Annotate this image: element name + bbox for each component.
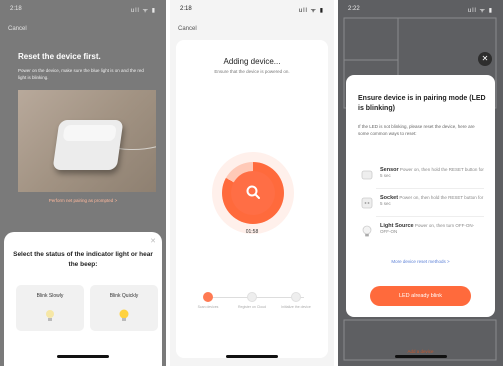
- indicator-status-sheet: ✕ Select the status of the indicator lig…: [4, 232, 162, 366]
- step-active-dot: [203, 292, 213, 302]
- cancel-button[interactable]: Cancel: [8, 26, 27, 32]
- pairing-mode-dialog: Ensure device is in pairing mode (LED is…: [346, 75, 495, 317]
- page-title: Reset the device first.: [18, 52, 101, 61]
- status-bar: 2:18 ull ᯤ ▮: [0, 6, 166, 16]
- step-label: Initialize the device: [281, 305, 311, 309]
- step-dot: [291, 292, 301, 302]
- adding-device-card: Adding device... Ensure that the device …: [176, 40, 328, 358]
- pairing-mode-screen: 2:22 ull ᯤ ▮ ✕ Ensure device is in pairi…: [338, 0, 503, 366]
- more-reset-methods-link[interactable]: More device reset methods >: [346, 259, 495, 264]
- status-time: 2:18: [180, 6, 192, 12]
- search-icon: [246, 185, 260, 199]
- add-device-link[interactable]: Add a device: [338, 349, 503, 354]
- status-bar: 2:18 ull ᯤ ▮: [170, 6, 334, 16]
- step-initialize-device: Initialize the device: [276, 292, 316, 310]
- home-indicator: [226, 355, 278, 358]
- adding-device-screen: 2:18 ull ᯤ ▮ Cancel Adding device... Ens…: [170, 0, 334, 366]
- step-scan-devices: Scan devices: [188, 292, 228, 310]
- home-indicator: [57, 355, 109, 358]
- close-icon[interactable]: ✕: [150, 237, 156, 245]
- socket-icon: [361, 197, 373, 209]
- status-icons: ull ᯤ ▮: [467, 8, 493, 14]
- step-label: Scan devices: [197, 305, 219, 309]
- status-time: 2:18: [10, 6, 22, 12]
- sensor-icon: [361, 170, 373, 180]
- progress-center: [231, 171, 275, 215]
- bulb-lit-icon: [119, 309, 129, 321]
- blink-quickly-option[interactable]: Blink Quickly: [90, 285, 158, 331]
- divider: [376, 216, 484, 217]
- cancel-button[interactable]: Cancel: [178, 26, 197, 32]
- status-icons: ull ᯤ ▮: [130, 8, 156, 14]
- dialog-title: Ensure device is in pairing mode (LED is…: [358, 95, 486, 112]
- sheet-title: Select the status of the indicator light…: [13, 251, 153, 268]
- close-icon[interactable]: ✕: [478, 52, 492, 66]
- step-register-cloud: Register on Cloud: [232, 292, 272, 310]
- dialog-description: If the LED is not blinking, please reset…: [358, 124, 475, 136]
- step-dot: [247, 292, 257, 302]
- option-label: Blink Slowly: [36, 293, 64, 299]
- bulb-dim-icon: [46, 310, 54, 321]
- reset-device-screen: 2:18 ull ᯤ ▮ Cancel Reset the device fir…: [0, 0, 166, 366]
- led-already-blink-button[interactable]: LED already blink: [370, 286, 471, 306]
- status-bar: 2:22 ull ᯤ ▮: [338, 6, 503, 16]
- countdown-timer: 01:58: [245, 229, 259, 235]
- reset-method-sensor: Sensor Power on, then hold the RESET but…: [358, 165, 486, 189]
- status-icons: ull ᯤ ▮: [298, 8, 324, 14]
- home-indicator: [394, 355, 447, 358]
- option-label: Blink Quickly: [109, 293, 139, 299]
- hub-device-graphic: [52, 120, 124, 170]
- step-label: Register on Cloud: [237, 305, 266, 309]
- device-photo: [18, 90, 156, 192]
- reset-instructions: Power on the device, make sure the blue …: [18, 68, 144, 80]
- page-title: Adding device...: [223, 57, 281, 66]
- reset-method-light-source: Light Source Power on, then turn OFF-ON-…: [358, 221, 486, 245]
- pairing-prompt-link[interactable]: Perform net pairing as prompted >: [0, 198, 166, 203]
- divider: [376, 188, 484, 189]
- blink-slowly-option[interactable]: Blink Slowly: [16, 285, 84, 331]
- screens-container: 2:18 ull ᯤ ▮ Cancel Reset the device fir…: [0, 0, 503, 366]
- status-time: 2:22: [348, 6, 360, 12]
- light-bulb-icon: [362, 225, 372, 237]
- progress-ring: [222, 162, 284, 224]
- subtitle: Ensure that the device is powered on.: [214, 69, 290, 74]
- reset-method-socket: Socket Power on, then hold the RESET but…: [358, 193, 486, 217]
